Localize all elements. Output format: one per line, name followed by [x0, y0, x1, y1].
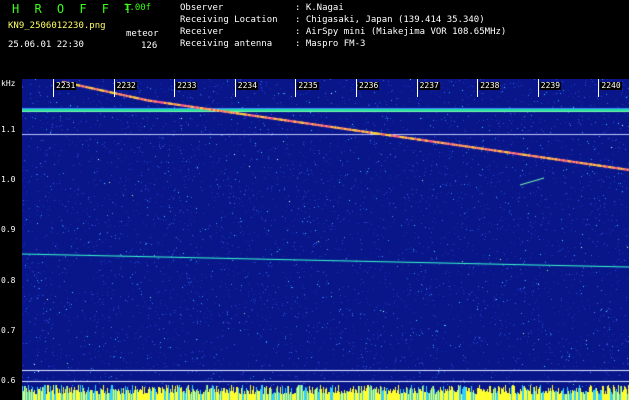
header-panel: H R O F F T 1.00f KN9_2506012230.png met… [0, 0, 629, 76]
x-tick-label: 2240 [600, 81, 622, 90]
receiver-label: Receiver [180, 27, 224, 37]
filename-label: KN9_2506012230.png [8, 21, 106, 31]
x-tick-label: 2234 [236, 81, 259, 90]
x-tick-mark [598, 79, 600, 97]
y-tick-label: 0.7 [1, 326, 16, 335]
x-tick-mark [174, 79, 176, 97]
x-tick-mark [113, 79, 115, 97]
observer-value: : K.Nagai [295, 3, 344, 13]
x-tick-label: 2235 [297, 81, 319, 90]
x-tick-mark [295, 79, 297, 97]
location-value: : Chigasaki, Japan (139.414 35.340) [295, 15, 485, 25]
x-tick-mark [53, 79, 54, 97]
y-tick-label: 0.9 [1, 225, 16, 234]
location-label: Receiving Location [180, 15, 278, 25]
meteor-count: 126 [141, 41, 158, 51]
x-tick-label: 2237 [418, 81, 440, 90]
y-unit-label: kHz [1, 79, 16, 88]
x-tick-mark [234, 79, 236, 97]
x-tick-mark [537, 79, 539, 97]
observer-label: Observer [180, 3, 224, 13]
x-tick-label: 2232 [115, 81, 137, 90]
datetime-label: 25.06.01 22:30 [8, 40, 84, 50]
x-tick-mark [416, 79, 418, 97]
y-tick-label: 1.0 [1, 175, 16, 184]
antenna-label: Receiving antenna [180, 39, 273, 49]
x-tick-mark [477, 79, 479, 97]
y-tick-label: 1.1 [1, 125, 16, 134]
meteor-label: meteor [126, 29, 159, 39]
spectrogram[interactable] [22, 79, 629, 400]
x-tick-label: 2238 [479, 81, 501, 90]
app-title: H R O F F T [12, 2, 136, 16]
x-tick-label: 2231 [55, 81, 77, 90]
version-label: 1.00f [124, 3, 152, 13]
receiver-value: : AirSpy mini (Miakejima VOR 108.65MHz) [295, 27, 507, 37]
y-tick-label: 0.6 [1, 376, 16, 385]
y-tick-label: 0.8 [1, 276, 16, 285]
x-tick-label: 2233 [176, 81, 198, 90]
x-tick-label: 2239 [539, 81, 562, 90]
x-tick-label: 2236 [358, 81, 380, 90]
antenna-value: : Maspro FM-3 [295, 39, 366, 49]
x-tick-mark [356, 79, 357, 97]
